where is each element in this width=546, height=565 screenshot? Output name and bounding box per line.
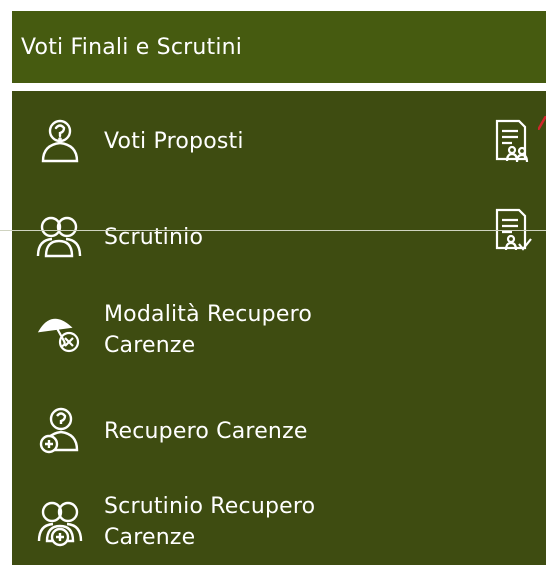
menu-item-label: Scrutinio Recupero xyxy=(104,494,316,519)
menu-item-recupero-carenze[interactable]: Recupero Carenze xyxy=(12,403,546,459)
umbrella-cancel-icon xyxy=(32,306,88,358)
menu-item-modalita-recupero-carenze[interactable]: Modalità Recupero Carenze xyxy=(12,297,546,367)
overlay-divider-line xyxy=(0,230,546,231)
red-arrow-icon xyxy=(538,116,546,130)
menu-item-scrutinio-recupero-carenze[interactable]: Scrutinio Recupero Carenze xyxy=(12,489,546,559)
menu-item-label: Scrutinio xyxy=(104,224,204,250)
menu-item-label: Recupero Carenze xyxy=(104,418,308,444)
document-users-icon[interactable] xyxy=(488,116,538,166)
section-header[interactable]: Voti Finali e Scrutini xyxy=(12,11,546,83)
single-user-question-plus-icon xyxy=(32,405,88,457)
menu-item-scrutinio[interactable]: Scrutinio xyxy=(12,209,546,265)
section-title: Voti Finali e Scrutini xyxy=(21,34,243,60)
menu-item-label: Modalità Recupero xyxy=(104,302,313,327)
menu-item-label-line2: Carenze xyxy=(104,333,196,358)
single-user-question-icon xyxy=(32,115,88,167)
group-users-plus-icon xyxy=(32,498,88,550)
menu-item-label: Voti Proposti xyxy=(104,128,244,154)
group-users-icon xyxy=(32,211,88,263)
menu-item-label-line2: Carenze xyxy=(104,525,196,550)
menu-panel: Voti Proposti Scrutinio Modalità Recuper… xyxy=(12,91,546,565)
menu-item-voti-proposti[interactable]: Voti Proposti xyxy=(12,113,546,169)
